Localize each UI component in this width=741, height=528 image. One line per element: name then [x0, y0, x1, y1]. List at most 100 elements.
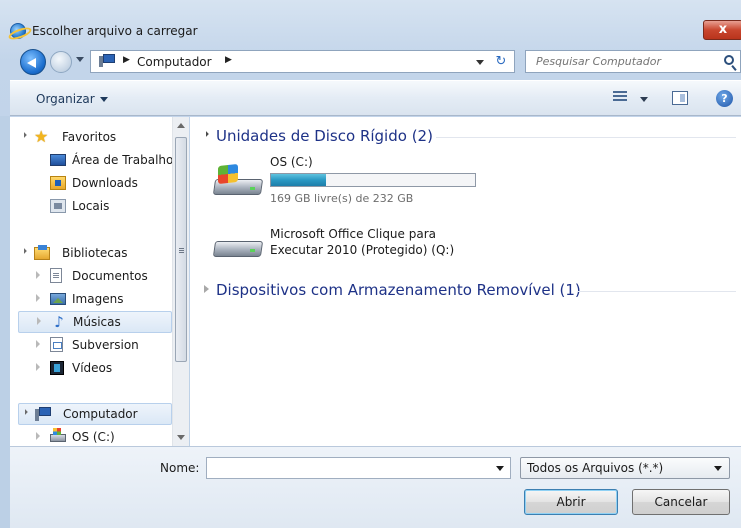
breadcrumb-computer[interactable]: Computador	[137, 55, 212, 69]
documents-icon	[50, 268, 62, 283]
navigation-scrollbar[interactable]	[172, 117, 189, 446]
file-list-pane: Unidades de Disco Rígido (2) OS (C:) 169…	[190, 117, 741, 446]
music-note-icon: ♪	[54, 313, 64, 331]
file-type-filter[interactable]: Todos os Arquivos (*.*)	[520, 457, 730, 479]
sidebar-item-label: Bibliotecas	[62, 246, 128, 260]
collapsed-triangle-icon[interactable]	[36, 271, 40, 279]
address-bar[interactable]: ▶ Computador ▶ ↻	[90, 50, 515, 73]
scroll-down-arrow-icon[interactable]	[177, 435, 185, 440]
window-left-edge	[0, 116, 10, 528]
drive-name: OS (C:)	[270, 155, 313, 169]
desktop-icon	[50, 154, 66, 166]
collapsed-triangle-icon[interactable]	[36, 432, 40, 440]
chevron-down-icon	[99, 97, 108, 102]
libraries-icon	[34, 245, 50, 260]
windows-logo-icon	[218, 163, 238, 185]
sidebar-item-favorites[interactable]: ★ Favoritos	[21, 127, 172, 147]
sidebar-item-label: Imagens	[72, 292, 124, 306]
help-icon[interactable]: ?	[716, 90, 733, 107]
sidebar-item-subversion[interactable]: Subversion	[36, 335, 172, 355]
expanded-triangle-icon[interactable]	[21, 132, 27, 138]
sidebar-item-label: Locais	[72, 199, 110, 213]
window-title: Escolher arquivo a carregar	[32, 24, 198, 38]
drive-free-space: 169 GB livre(s) de 232 GB	[270, 192, 414, 205]
expanded-triangle-icon[interactable]	[21, 248, 27, 254]
sidebar-item-label: OS (C:)	[72, 430, 115, 444]
title-bar: Escolher arquivo a carregar x	[0, 18, 741, 44]
sidebar-item-libraries[interactable]: Bibliotecas	[21, 243, 172, 263]
collapsed-triangle-icon[interactable]	[36, 294, 40, 302]
star-icon: ★	[34, 127, 49, 146]
drive-capacity-bar	[270, 173, 476, 187]
file-open-dialog: Escolher arquivo a carregar x ▶ Computad…	[0, 0, 741, 528]
sidebar-item-downloads[interactable]: Downloads	[50, 173, 172, 193]
sidebar-item-computer[interactable]: Computador	[18, 403, 172, 425]
close-button[interactable]: x	[703, 20, 741, 40]
videos-icon	[50, 361, 64, 375]
sidebar-item-label: Músicas	[73, 315, 121, 329]
os-drive-icon	[50, 428, 66, 442]
group-divider	[578, 291, 736, 292]
file-name-label: Nome:	[160, 461, 200, 475]
recent-locations-dropdown-icon[interactable]	[76, 57, 84, 62]
chevron-down-icon[interactable]	[496, 466, 504, 471]
organize-button[interactable]: Organizar	[36, 92, 108, 106]
sidebar-item-label: Downloads	[72, 176, 138, 190]
preview-pane-icon[interactable]	[672, 91, 688, 105]
group-divider	[436, 137, 736, 138]
sidebar-item-label: Computador	[63, 407, 138, 421]
collapsed-triangle-icon[interactable]	[37, 317, 41, 325]
drive-item-os[interactable]: OS (C:) 169 GB livre(s) de 232 GB	[212, 155, 514, 205]
expanded-triangle-icon[interactable]	[22, 409, 28, 415]
open-button[interactable]: Abrir	[524, 489, 618, 515]
drive-capacity-fill	[271, 174, 327, 186]
back-button[interactable]	[20, 49, 46, 75]
chevron-down-icon	[714, 466, 722, 471]
sidebar-item-images[interactable]: Imagens	[36, 289, 172, 309]
sidebar-item-label: Vídeos	[72, 361, 113, 375]
file-name-combo[interactable]	[206, 457, 511, 479]
cancel-button[interactable]: Cancelar	[632, 489, 730, 515]
sidebar-item-music[interactable]: ♪ Músicas	[18, 311, 172, 333]
address-row: ▶ Computador ▶ ↻	[0, 46, 741, 76]
drive-name-line-2: Executar 2010 (Protegido) (Q:)	[270, 243, 455, 257]
refresh-icon[interactable]: ↻	[491, 53, 511, 71]
internet-explorer-icon	[10, 23, 26, 39]
downloads-folder-icon	[50, 176, 66, 190]
navigation-pane: ★ Favoritos Área de Trabalho Downloads L…	[10, 117, 172, 446]
search-icon[interactable]	[724, 55, 734, 65]
computer-icon	[35, 406, 51, 422]
sidebar-item-videos[interactable]: Vídeos	[36, 358, 172, 378]
address-dropdown-icon[interactable]	[476, 60, 484, 65]
search-input[interactable]	[526, 51, 721, 72]
sidebar-item-places[interactable]: Locais	[50, 196, 172, 216]
dialog-footer: Nome: Todos os Arquivos (*.*) Abrir Canc…	[10, 446, 741, 528]
sidebar-item-os-drive[interactable]: OS (C:)	[36, 427, 172, 446]
subversion-icon	[50, 337, 63, 352]
hard-drive-icon	[212, 163, 264, 197]
search-box[interactable]	[525, 50, 741, 73]
breadcrumb-chevron-icon[interactable]: ▶	[123, 55, 130, 65]
command-toolbar: Organizar ?	[10, 80, 741, 116]
views-dropdown-icon[interactable]	[640, 97, 648, 102]
sidebar-item-label: Documentos	[72, 269, 148, 283]
collapsed-triangle-icon[interactable]	[36, 340, 40, 348]
hard-drive-icon	[212, 229, 264, 259]
expanded-triangle-icon[interactable]	[203, 131, 209, 137]
scroll-up-arrow-icon[interactable]	[177, 123, 185, 128]
sidebar-item-documents[interactable]: Documentos	[36, 266, 172, 286]
sidebar-item-desktop[interactable]: Área de Trabalho	[50, 150, 172, 170]
collapsed-triangle-icon[interactable]	[36, 363, 40, 371]
scrollbar-thumb[interactable]	[175, 137, 187, 362]
drive-name-line-1: Microsoft Office Clique para	[270, 227, 436, 241]
sidebar-item-label: Área de Trabalho	[72, 153, 172, 167]
forward-button[interactable]	[50, 51, 72, 73]
sidebar-item-label: Subversion	[72, 338, 139, 352]
file-name-input[interactable]	[207, 458, 487, 478]
collapsed-triangle-icon[interactable]	[204, 285, 209, 293]
computer-icon	[99, 54, 115, 68]
drive-item-office-q[interactable]: Microsoft Office Clique para Executar 20…	[212, 225, 534, 265]
views-icon[interactable]	[613, 91, 627, 105]
breadcrumb-chevron-icon[interactable]: ▶	[225, 55, 232, 65]
file-type-filter-value: Todos os Arquivos (*.*)	[527, 461, 664, 475]
